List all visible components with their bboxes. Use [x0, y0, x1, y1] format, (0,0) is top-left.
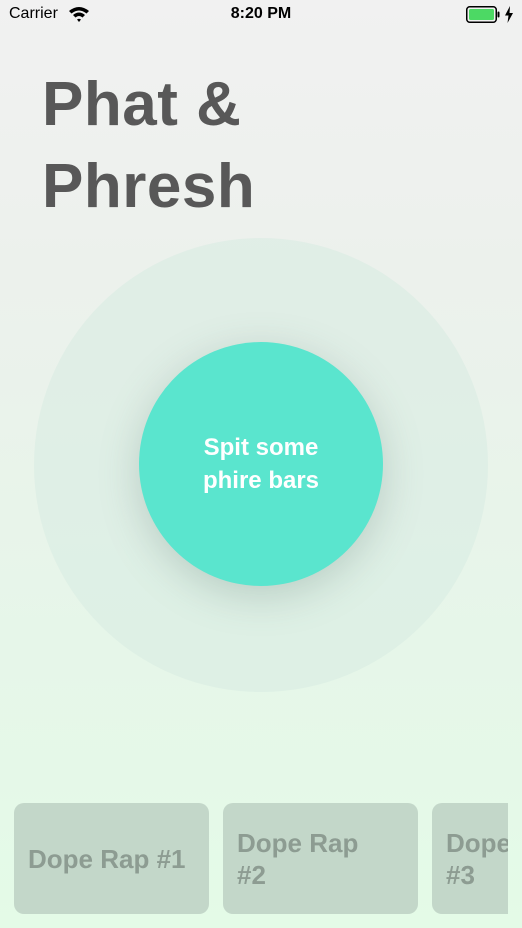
charging-bolt-icon — [505, 6, 513, 23]
status-bar: Carrier 8:20 PM — [0, 0, 522, 30]
clock-time: 8:20 PM — [230, 5, 292, 22]
rap-card-3[interactable]: Dope Rap #3 — [432, 803, 508, 914]
app-title-line-2: Phresh — [42, 152, 256, 221]
rap-card-1[interactable]: Dope Rap #1 — [14, 803, 209, 914]
battery-icon — [466, 6, 500, 23]
app-title: Phat & Phresh — [42, 64, 255, 228]
rap-card-1-title: Dope Rap #1 — [28, 843, 186, 874]
record-button-label-line-2: phire bars — [202, 467, 320, 494]
record-button[interactable]: Spit some phire bars — [139, 342, 383, 586]
saved-raps-carousel[interactable]: Dope Rap #1 Dope Rap #2 Dope Rap #3 — [0, 803, 508, 915]
rap-card-3-label: Dope Rap #3 — [446, 827, 508, 891]
record-button-label-line-1: Spit some — [203, 434, 319, 461]
rap-card-2-title-line-1: Dope Rap — [237, 827, 359, 858]
rap-card-3-title-line-2: #3 — [446, 859, 475, 890]
rap-card-2[interactable]: Dope Rap #2 — [223, 803, 418, 914]
rap-card-2-title-line-2: #2 — [237, 859, 266, 890]
record-button-label: Spit some phire bars — [181, 431, 341, 497]
rap-card-3-title-line-1: Dope Rap — [446, 827, 508, 858]
rap-card-2-label: Dope Rap #2 — [237, 827, 407, 891]
rap-card-1-label: Dope Rap #1 — [28, 843, 198, 875]
app-title-line-1: Phat & — [42, 70, 242, 139]
